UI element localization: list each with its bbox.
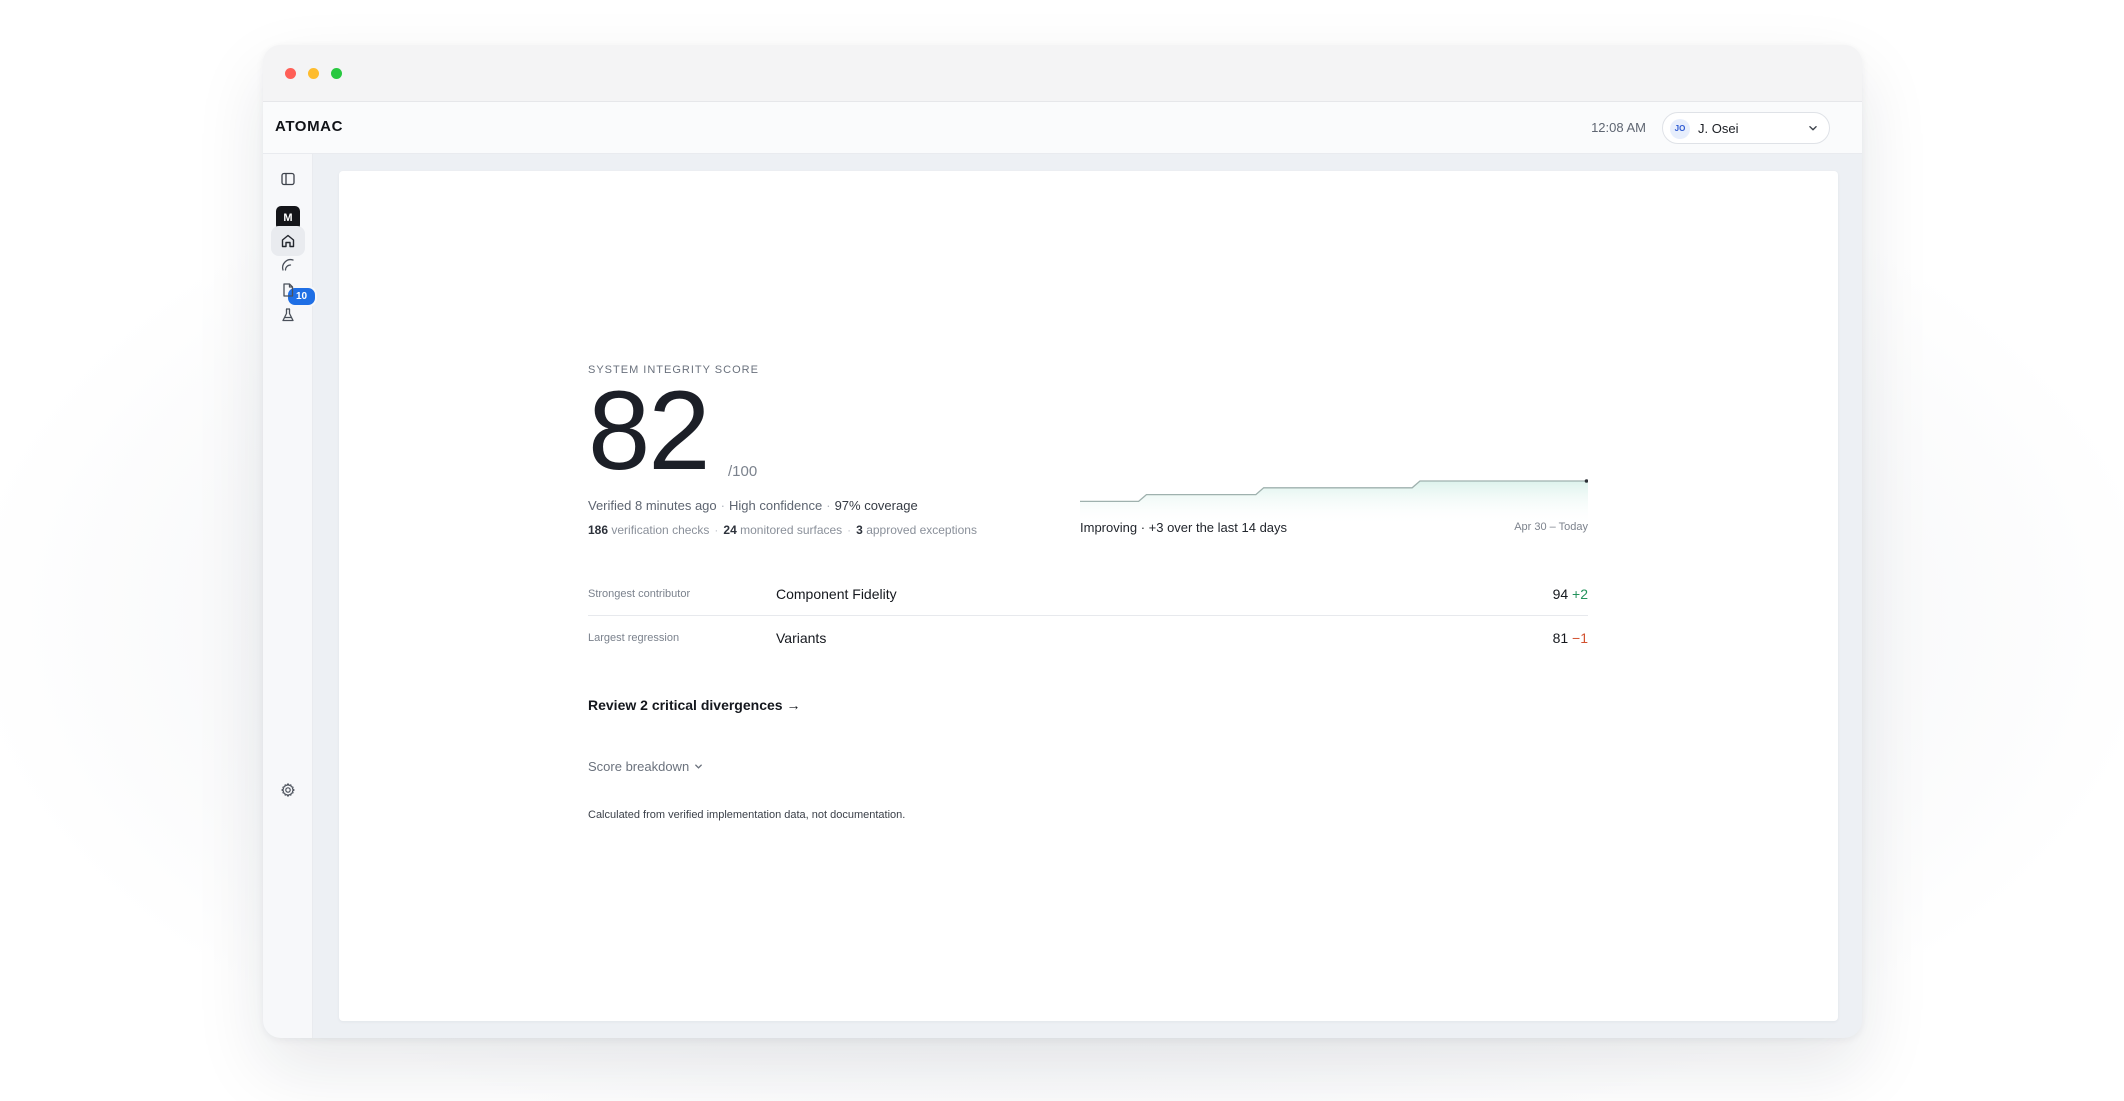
home-icon: [281, 234, 295, 248]
window-titlebar: [263, 45, 1862, 102]
exceptions-count: 3: [856, 523, 863, 537]
score-breakdown-toggle[interactable]: Score breakdown: [588, 759, 704, 774]
flask-icon: [282, 308, 294, 322]
trend-range: Apr 30 – Today: [1514, 521, 1588, 533]
surfaces-label: monitored surfaces: [740, 523, 843, 537]
chevron-down-icon: [1809, 125, 1817, 131]
minimize-window-button[interactable]: [308, 68, 319, 79]
score-stats: 186 verification checks · 24 monitored sur…: [588, 523, 977, 537]
app-window: ATOMAC 12:08 AM JO J. Osei M 10 SYSTEM I…: [263, 45, 1862, 1038]
app-header: ATOMAC 12:08 AM JO J. Osei: [263, 102, 1862, 154]
confidence-level: High confidence: [728, 498, 823, 513]
user-menu-button[interactable]: JO J. Osei: [1662, 112, 1830, 144]
score-value: 82: [588, 368, 711, 493]
score-meta: Verified 8 minutes ago · High confidence · 9…: [588, 498, 918, 513]
regression-delta: −1: [1572, 630, 1588, 646]
verified-time: Verified 8 minutes ago: [588, 498, 717, 513]
user-name: J. Osei: [1698, 121, 1739, 136]
nav-experiments[interactable]: [271, 300, 305, 330]
regression-name: Variants: [776, 630, 827, 646]
contributor-score: 94 +2: [1552, 586, 1588, 602]
main-content: SYSTEM INTEGRITY SCORE 82 /100 Verified …: [339, 171, 1838, 1021]
regression-row[interactable]: Largest regression Variants 81 −1: [588, 617, 1588, 660]
broadcast-icon: [282, 259, 294, 271]
contributor-delta: +2: [1572, 586, 1588, 602]
contributor-row[interactable]: Strongest contributor Component Fidelity…: [588, 573, 1588, 616]
page-backdrop: ATOMAC 12:08 AM JO J. Osei M 10 SYSTEM I…: [0, 0, 2124, 1101]
checks-label: verification checks: [611, 523, 710, 537]
close-window-button[interactable]: [285, 68, 296, 79]
score-max: /100: [728, 463, 758, 480]
regression-label: Largest regression: [588, 632, 680, 644]
clock: 12:08 AM: [1591, 120, 1646, 135]
gear-icon: [281, 783, 295, 797]
avatar: JO: [1670, 119, 1690, 139]
document-icon: [283, 283, 294, 297]
settings-button[interactable]: [271, 775, 305, 805]
trend-summary: Improving · +3 over the last 14 days: [1080, 520, 1288, 535]
surfaces-count: 24: [723, 523, 737, 537]
contributor-label: Strongest contributor: [588, 588, 691, 600]
coverage: 97% coverage: [834, 498, 918, 513]
review-divergences-link[interactable]: Review 2 critical divergences →: [588, 697, 800, 713]
sidebar-toggle-icon: [281, 172, 295, 186]
maximize-window-button[interactable]: [331, 68, 342, 79]
nav-rail: M 10: [263, 154, 317, 1038]
regression-score: 81 −1: [1552, 630, 1588, 646]
checks-count: 186: [588, 523, 609, 537]
footnote: Calculated from verified implementation …: [588, 809, 906, 821]
exceptions-label: approved exceptions: [866, 523, 977, 537]
brand-logo: ATOMAC: [275, 118, 344, 135]
chevron-down-icon: [695, 764, 703, 769]
sidebar-toggle-button[interactable]: [271, 164, 305, 194]
contributor-name: Component Fidelity: [776, 586, 897, 602]
